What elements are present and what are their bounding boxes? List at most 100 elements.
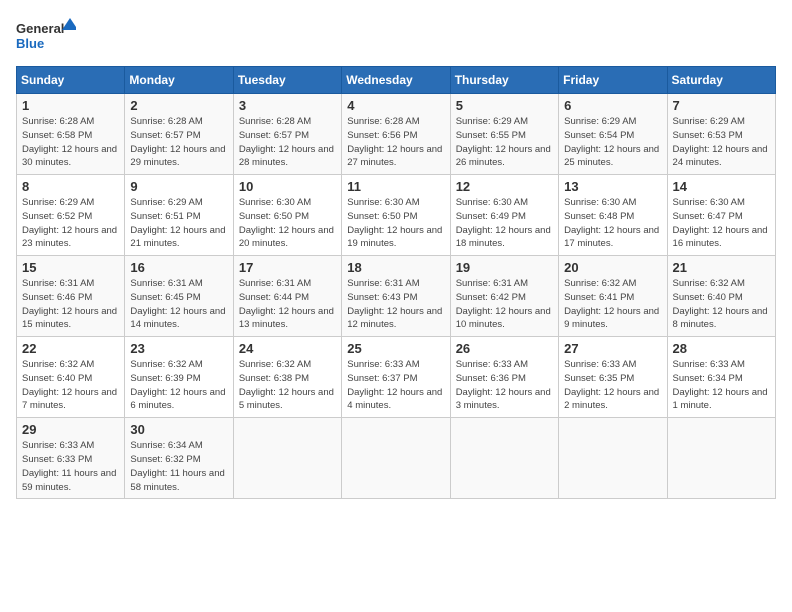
day-detail: Sunrise: 6:28 AMSunset: 6:57 PMDaylight:… [130, 116, 225, 168]
day-detail: Sunrise: 6:30 AMSunset: 6:49 PMDaylight:… [456, 197, 551, 249]
svg-text:General: General [16, 21, 64, 36]
weekday-header-tuesday: Tuesday [233, 67, 341, 94]
calendar-cell: 1 Sunrise: 6:28 AMSunset: 6:58 PMDayligh… [17, 94, 125, 175]
day-detail: Sunrise: 6:28 AMSunset: 6:56 PMDaylight:… [347, 116, 442, 168]
calendar-week-5: 29 Sunrise: 6:33 AMSunset: 6:33 PMDaylig… [17, 418, 776, 499]
day-number: 12 [456, 179, 553, 194]
day-number: 15 [22, 260, 119, 275]
day-detail: Sunrise: 6:31 AMSunset: 6:43 PMDaylight:… [347, 278, 442, 330]
day-detail: Sunrise: 6:32 AMSunset: 6:41 PMDaylight:… [564, 278, 659, 330]
logo-svg: General Blue [16, 16, 76, 56]
weekday-header-friday: Friday [559, 67, 667, 94]
calendar-cell: 4 Sunrise: 6:28 AMSunset: 6:56 PMDayligh… [342, 94, 450, 175]
weekday-header-monday: Monday [125, 67, 233, 94]
calendar-cell: 5 Sunrise: 6:29 AMSunset: 6:55 PMDayligh… [450, 94, 558, 175]
day-number: 1 [22, 98, 119, 113]
day-number: 11 [347, 179, 444, 194]
day-detail: Sunrise: 6:33 AMSunset: 6:33 PMDaylight:… [22, 440, 116, 492]
day-detail: Sunrise: 6:29 AMSunset: 6:52 PMDaylight:… [22, 197, 117, 249]
day-number: 3 [239, 98, 336, 113]
calendar-cell: 9 Sunrise: 6:29 AMSunset: 6:51 PMDayligh… [125, 175, 233, 256]
calendar-cell [342, 418, 450, 499]
day-detail: Sunrise: 6:33 AMSunset: 6:35 PMDaylight:… [564, 359, 659, 411]
day-detail: Sunrise: 6:30 AMSunset: 6:50 PMDaylight:… [239, 197, 334, 249]
calendar-cell: 2 Sunrise: 6:28 AMSunset: 6:57 PMDayligh… [125, 94, 233, 175]
day-detail: Sunrise: 6:31 AMSunset: 6:44 PMDaylight:… [239, 278, 334, 330]
day-detail: Sunrise: 6:29 AMSunset: 6:51 PMDaylight:… [130, 197, 225, 249]
day-detail: Sunrise: 6:33 AMSunset: 6:36 PMDaylight:… [456, 359, 551, 411]
calendar-cell [450, 418, 558, 499]
calendar-cell: 19 Sunrise: 6:31 AMSunset: 6:42 PMDaylig… [450, 256, 558, 337]
calendar-cell: 10 Sunrise: 6:30 AMSunset: 6:50 PMDaylig… [233, 175, 341, 256]
calendar-cell: 7 Sunrise: 6:29 AMSunset: 6:53 PMDayligh… [667, 94, 775, 175]
day-number: 27 [564, 341, 661, 356]
day-detail: Sunrise: 6:29 AMSunset: 6:53 PMDaylight:… [673, 116, 768, 168]
calendar-cell: 18 Sunrise: 6:31 AMSunset: 6:43 PMDaylig… [342, 256, 450, 337]
calendar-week-3: 15 Sunrise: 6:31 AMSunset: 6:46 PMDaylig… [17, 256, 776, 337]
svg-text:Blue: Blue [16, 36, 44, 51]
day-detail: Sunrise: 6:32 AMSunset: 6:38 PMDaylight:… [239, 359, 334, 411]
calendar-cell: 16 Sunrise: 6:31 AMSunset: 6:45 PMDaylig… [125, 256, 233, 337]
day-number: 24 [239, 341, 336, 356]
weekday-header-saturday: Saturday [667, 67, 775, 94]
weekday-header-sunday: Sunday [17, 67, 125, 94]
calendar-table: SundayMondayTuesdayWednesdayThursdayFrid… [16, 66, 776, 499]
calendar-cell: 30 Sunrise: 6:34 AMSunset: 6:32 PMDaylig… [125, 418, 233, 499]
day-number: 20 [564, 260, 661, 275]
calendar-cell [559, 418, 667, 499]
calendar-cell: 12 Sunrise: 6:30 AMSunset: 6:49 PMDaylig… [450, 175, 558, 256]
calendar-week-4: 22 Sunrise: 6:32 AMSunset: 6:40 PMDaylig… [17, 337, 776, 418]
day-number: 22 [22, 341, 119, 356]
logo: General Blue [16, 16, 76, 56]
day-number: 21 [673, 260, 770, 275]
day-detail: Sunrise: 6:28 AMSunset: 6:57 PMDaylight:… [239, 116, 334, 168]
day-number: 18 [347, 260, 444, 275]
day-detail: Sunrise: 6:32 AMSunset: 6:39 PMDaylight:… [130, 359, 225, 411]
day-detail: Sunrise: 6:30 AMSunset: 6:50 PMDaylight:… [347, 197, 442, 249]
day-number: 30 [130, 422, 227, 437]
day-number: 9 [130, 179, 227, 194]
calendar-cell: 20 Sunrise: 6:32 AMSunset: 6:41 PMDaylig… [559, 256, 667, 337]
weekday-header-wednesday: Wednesday [342, 67, 450, 94]
calendar-cell: 8 Sunrise: 6:29 AMSunset: 6:52 PMDayligh… [17, 175, 125, 256]
day-number: 4 [347, 98, 444, 113]
day-detail: Sunrise: 6:34 AMSunset: 6:32 PMDaylight:… [130, 440, 224, 492]
day-detail: Sunrise: 6:33 AMSunset: 6:34 PMDaylight:… [673, 359, 768, 411]
day-number: 14 [673, 179, 770, 194]
day-detail: Sunrise: 6:31 AMSunset: 6:46 PMDaylight:… [22, 278, 117, 330]
calendar-cell: 3 Sunrise: 6:28 AMSunset: 6:57 PMDayligh… [233, 94, 341, 175]
day-detail: Sunrise: 6:28 AMSunset: 6:58 PMDaylight:… [22, 116, 117, 168]
day-number: 6 [564, 98, 661, 113]
page-header: General Blue [16, 16, 776, 56]
calendar-week-1: 1 Sunrise: 6:28 AMSunset: 6:58 PMDayligh… [17, 94, 776, 175]
calendar-cell [667, 418, 775, 499]
calendar-cell [233, 418, 341, 499]
day-detail: Sunrise: 6:29 AMSunset: 6:55 PMDaylight:… [456, 116, 551, 168]
calendar-cell: 27 Sunrise: 6:33 AMSunset: 6:35 PMDaylig… [559, 337, 667, 418]
calendar-cell: 22 Sunrise: 6:32 AMSunset: 6:40 PMDaylig… [17, 337, 125, 418]
day-detail: Sunrise: 6:30 AMSunset: 6:47 PMDaylight:… [673, 197, 768, 249]
calendar-cell: 29 Sunrise: 6:33 AMSunset: 6:33 PMDaylig… [17, 418, 125, 499]
day-number: 10 [239, 179, 336, 194]
day-number: 8 [22, 179, 119, 194]
calendar-cell: 13 Sunrise: 6:30 AMSunset: 6:48 PMDaylig… [559, 175, 667, 256]
day-detail: Sunrise: 6:30 AMSunset: 6:48 PMDaylight:… [564, 197, 659, 249]
day-detail: Sunrise: 6:31 AMSunset: 6:45 PMDaylight:… [130, 278, 225, 330]
calendar-week-2: 8 Sunrise: 6:29 AMSunset: 6:52 PMDayligh… [17, 175, 776, 256]
day-number: 29 [22, 422, 119, 437]
calendar-cell: 14 Sunrise: 6:30 AMSunset: 6:47 PMDaylig… [667, 175, 775, 256]
day-number: 13 [564, 179, 661, 194]
day-number: 28 [673, 341, 770, 356]
day-detail: Sunrise: 6:32 AMSunset: 6:40 PMDaylight:… [22, 359, 117, 411]
calendar-cell: 21 Sunrise: 6:32 AMSunset: 6:40 PMDaylig… [667, 256, 775, 337]
day-number: 2 [130, 98, 227, 113]
day-detail: Sunrise: 6:33 AMSunset: 6:37 PMDaylight:… [347, 359, 442, 411]
calendar-cell: 23 Sunrise: 6:32 AMSunset: 6:39 PMDaylig… [125, 337, 233, 418]
day-number: 25 [347, 341, 444, 356]
day-number: 16 [130, 260, 227, 275]
day-number: 26 [456, 341, 553, 356]
calendar-cell: 25 Sunrise: 6:33 AMSunset: 6:37 PMDaylig… [342, 337, 450, 418]
calendar-cell: 6 Sunrise: 6:29 AMSunset: 6:54 PMDayligh… [559, 94, 667, 175]
day-number: 19 [456, 260, 553, 275]
calendar-cell: 15 Sunrise: 6:31 AMSunset: 6:46 PMDaylig… [17, 256, 125, 337]
